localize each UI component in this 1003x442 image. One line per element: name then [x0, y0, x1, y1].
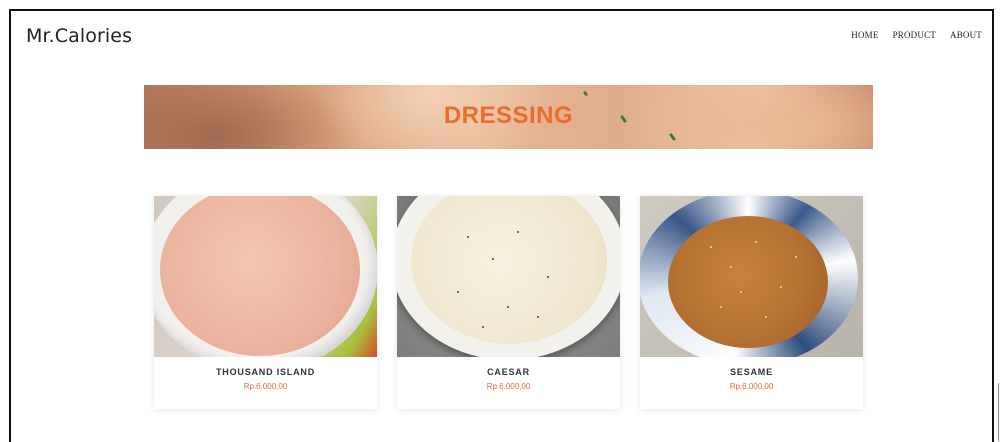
nav-about-link[interactable]: ABOUT: [950, 30, 982, 40]
product-name: SESAME: [730, 367, 773, 377]
thousand-island-image: [154, 196, 377, 357]
product-price: Rp.6.000,00: [729, 382, 774, 391]
product-card-thousand-island[interactable]: THOUSAND ISLAND Rp.6.000,00: [154, 196, 377, 409]
caesar-image: [397, 196, 620, 357]
sesame-image: [640, 196, 863, 357]
brand-logo[interactable]: Mr.Calories: [26, 25, 132, 47]
product-card-sesame[interactable]: SESAME Rp.6.000,00: [640, 196, 863, 409]
product-price: Rp.6.000,00: [243, 382, 288, 391]
nav-product-link[interactable]: PRODUCT: [893, 30, 936, 40]
product-name: THOUSAND ISLAND: [216, 367, 315, 377]
scrollbar[interactable]: [998, 383, 1003, 442]
category-banner: DRESSING: [144, 85, 873, 149]
product-name: CAESAR: [487, 367, 530, 377]
page-frame: Mr.Calories HOME PRODUCT ABOUT DRESSING …: [9, 9, 994, 442]
nav-home-link[interactable]: HOME: [851, 30, 878, 40]
product-price: Rp.6.000,00: [486, 382, 531, 391]
product-card-caesar[interactable]: CAESAR Rp.6.000,00: [397, 196, 620, 409]
top-nav: HOME PRODUCT ABOUT: [851, 30, 982, 40]
banner-title: DRESSING: [443, 102, 574, 129]
